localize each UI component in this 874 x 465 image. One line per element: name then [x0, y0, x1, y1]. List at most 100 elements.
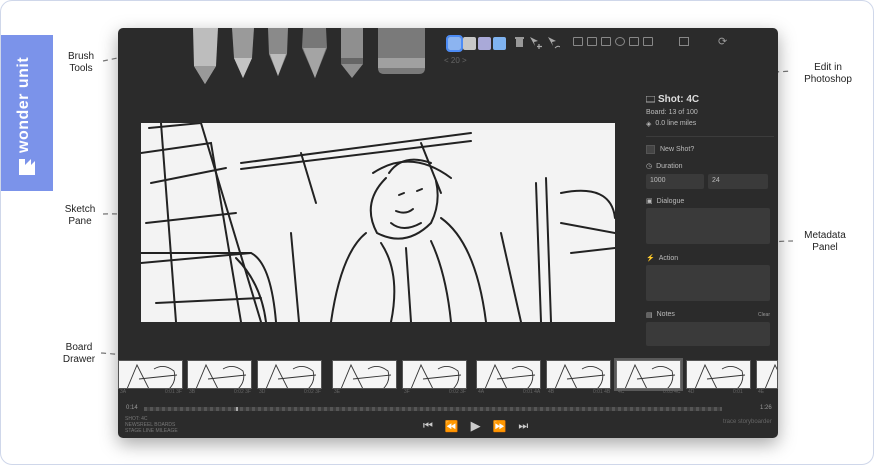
board-drawer: 3A 0:01 3F 3B 0:02 3F 3D 0:02 3F 3E 3F 0:02 3F 4A…: [118, 358, 778, 395]
speech-icon: ▣: [646, 198, 653, 205]
brand-logo-icon: [19, 159, 35, 175]
thumbnail-label: 4D: [688, 389, 695, 395]
grid-icon[interactable]: [573, 37, 583, 46]
new-shot-checkbox[interactable]: [646, 145, 655, 154]
metadata-panel: Shot: 4C Board: 13 of 100 ◈ 0.0 line mil…: [646, 94, 774, 354]
thumbnail-duration: 0:01 4A: [523, 389, 541, 395]
board-thumbnail[interactable]: [756, 360, 778, 389]
refresh-icon[interactable]: ⟳: [718, 35, 727, 48]
thumbnail-label: 3A: [120, 389, 127, 395]
split-icon[interactable]: [601, 37, 611, 46]
swatch-3[interactable]: [478, 37, 491, 50]
clock-icon: ◷: [646, 163, 653, 170]
thumbnail-duration: 0:03 4C: [663, 389, 681, 395]
cursor-pen-icon[interactable]: [548, 37, 560, 49]
timeline-ticks: [144, 407, 722, 411]
page-indicator[interactable]: < 20 >: [444, 56, 467, 65]
board-thumbnail[interactable]: [402, 360, 467, 389]
playback-controls: ⏮ ⏪ ▶ ⏩ ⏭: [423, 418, 528, 434]
layers-icon[interactable]: [615, 37, 625, 46]
board-thumbnail[interactable]: [332, 360, 397, 389]
pen-tool-icon: [232, 28, 254, 78]
dialogue-label: Dialogue: [656, 197, 685, 205]
thumbnail-label: 4E: [758, 389, 765, 395]
board-thumbnail[interactable]: [187, 360, 252, 389]
duration-label: Duration: [656, 162, 683, 170]
board-thumbnail[interactable]: [546, 360, 611, 389]
action-field[interactable]: [646, 265, 770, 301]
brush-tool-icon: [302, 28, 327, 78]
thumbnail-label: 3D: [259, 389, 266, 395]
stack-icon[interactable]: [629, 37, 639, 46]
sketch-drawing: [141, 123, 615, 322]
rewind-icon[interactable]: ⏪: [445, 420, 459, 433]
action-icon: ⚡: [646, 255, 655, 262]
new-shot-label: New Shot?: [660, 146, 695, 153]
trash-icon[interactable]: [515, 37, 524, 47]
photoshop-icon[interactable]: [679, 37, 689, 46]
current-time: 0:14: [126, 405, 138, 411]
total-time: 1:26: [760, 405, 772, 411]
line-miles: 0.0 line miles: [655, 120, 697, 127]
view-mode-icons: [573, 37, 653, 46]
play-icon[interactable]: ▶: [471, 418, 481, 434]
thumbnail-duration: 0:01 4B: [593, 389, 611, 395]
layout-icon[interactable]: [587, 37, 597, 46]
duration-ms-field[interactable]: 1000: [646, 174, 704, 189]
thumbnail-duration: 0:02 3F: [234, 389, 251, 395]
thumbnail-label: 4C: [618, 389, 625, 395]
color-swatches: [446, 35, 506, 52]
clear-button[interactable]: Clear: [758, 312, 770, 318]
thumbnail-duration: 0:01: [733, 389, 743, 395]
board-thumbnail[interactable]: [614, 358, 683, 391]
thumbnail-label: 4B: [548, 389, 555, 395]
pencil-tool-icon: [193, 28, 218, 84]
thumbnail-label: 3B: [189, 389, 196, 395]
monitor-icon: [646, 96, 655, 103]
notes-label: Notes: [656, 311, 675, 318]
app-window: < 20 > ⟳ Shot: 4C Board: 13 of 100 ◈ 0.0…: [118, 28, 778, 438]
thumbnail-label: 4A: [478, 389, 485, 395]
cursor-plus-icon[interactable]: [530, 37, 542, 49]
label-sketch-pane: Sketch Pane: [64, 204, 96, 227]
marker-tool-icon: [341, 28, 363, 78]
board-thumbnail[interactable]: [686, 360, 751, 389]
shot-summary: SHOT: 4C NEWSREEL BOARDS STAGE LINE MILE…: [125, 416, 178, 434]
action-label: Action: [658, 254, 679, 262]
divider: [646, 136, 774, 137]
notes-icon: ▤: [646, 312, 653, 319]
marketing-screenshot: wonder unit Brush Tools Sketch Pane Boar…: [0, 0, 874, 465]
swatch-4[interactable]: [493, 37, 506, 50]
label-brush-tools: Brush Tools: [67, 51, 95, 74]
fountain-pen-tool-icon: [268, 28, 288, 76]
duration-frames-field[interactable]: 24: [708, 174, 768, 189]
shot-title: Shot: 4C: [658, 94, 700, 105]
board-thumbnail[interactable]: [118, 360, 183, 389]
notes-field[interactable]: [646, 322, 770, 346]
brand-strip: wonder unit: [1, 35, 53, 191]
board-thumbnail[interactable]: [476, 360, 541, 389]
brand-tag: trace storyboarder: [723, 419, 772, 425]
diamond-icon: ◈: [646, 121, 652, 128]
swatch-1[interactable]: [446, 35, 463, 52]
film-icon[interactable]: [643, 37, 653, 46]
sketch-pane[interactable]: [141, 123, 615, 322]
thumbnail-duration: 0:02 3F: [304, 389, 321, 395]
thumbnail-duration: 0:01 3F: [165, 389, 182, 395]
skip-start-icon[interactable]: ⏮: [423, 420, 433, 433]
dialogue-field[interactable]: [646, 208, 770, 244]
thumbnail-label: 3E: [334, 389, 341, 395]
fast-forward-icon[interactable]: ⏩: [493, 420, 507, 433]
eraser-tool-icon: [378, 28, 425, 74]
thumbnail-label: 3F: [404, 389, 410, 395]
board-info: Board: 13 of 100: [646, 109, 698, 116]
label-edit-in-photoshop: Edit in Photoshop: [804, 62, 852, 85]
brush-tools[interactable]: [188, 28, 438, 88]
skip-end-icon[interactable]: ⏭: [518, 420, 528, 433]
board-thumbnail[interactable]: [257, 360, 322, 389]
swatch-2[interactable]: [463, 37, 476, 50]
brand-name: wonder unit: [15, 56, 32, 153]
label-metadata-panel: Metadata Panel: [804, 230, 846, 253]
thumbnail-duration: 0:02 3F: [449, 389, 466, 395]
label-board-drawer: Board Drawer: [62, 342, 96, 365]
